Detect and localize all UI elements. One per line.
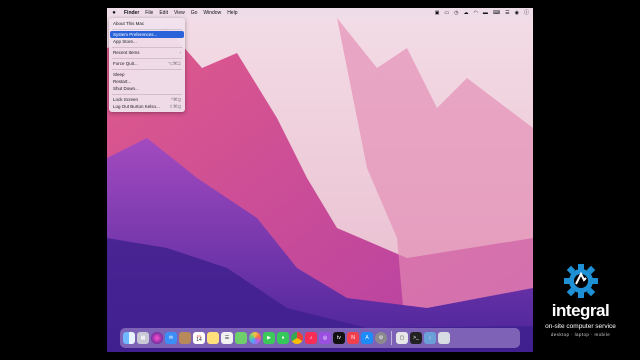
menu-item-recent-items[interactable]: Recent Items › <box>109 49 185 56</box>
facetime-icon[interactable]: ▶ <box>263 332 275 344</box>
control-center-icon[interactable]: ☰ <box>505 8 509 18</box>
menu-file[interactable]: File <box>145 10 153 16</box>
menu-item-shut-down[interactable]: Shut Down... <box>109 85 185 92</box>
menu-item-lock-screen[interactable]: Lock Screen ^⌘Q <box>109 96 185 103</box>
menu-item-restart[interactable]: Restart... <box>109 78 185 85</box>
launchpad-icon[interactable]: ▦ <box>137 332 149 344</box>
podcasts-icon[interactable]: ◎ <box>319 332 331 344</box>
mail-icon[interactable]: ✉ <box>165 332 177 344</box>
dock: ▦ ✉ JUL 14 ☰ ▶ ● ♪ ◎ tv N A ⚙ ▢ >_ ↓ <box>120 328 520 348</box>
contacts-icon[interactable] <box>179 332 191 344</box>
menu-item-system-preferences[interactable]: System Preferences... <box>110 31 184 38</box>
system-preferences-icon[interactable]: ⚙ <box>375 332 387 344</box>
maps-icon[interactable] <box>235 332 247 344</box>
menu-go[interactable]: Go <box>191 10 198 16</box>
menu-separator <box>112 93 182 95</box>
menu-separator <box>112 28 182 30</box>
siri-icon[interactable] <box>151 332 163 344</box>
menu-item-app-store[interactable]: App Store... <box>109 38 185 45</box>
menu-item-sleep[interactable]: Sleep <box>109 71 185 78</box>
menu-separator <box>112 68 182 70</box>
apple-tv-icon[interactable]: tv <box>333 332 345 344</box>
reminders-icon[interactable]: ☰ <box>221 332 233 344</box>
screen-share-icon[interactable]: ▣ <box>435 8 440 18</box>
calendar-icon[interactable]: JUL 14 <box>193 332 205 344</box>
menu-help[interactable]: Help <box>227 10 237 16</box>
menu-item-log-out[interactable]: Log Out Burton Kelso... ⇧⌘Q <box>109 103 185 110</box>
status-menus: ▣ ▭ ◷ ☁ ◠ ▬ ⌨ ☰ ◉ ⓘ <box>435 8 529 18</box>
brand-subtagline: desktop · laptop · mobile <box>550 332 611 337</box>
dock-divider <box>391 331 392 345</box>
screenshot-icon[interactable]: ▢ <box>396 332 408 344</box>
menu-view[interactable]: View <box>174 10 185 16</box>
menu-separator <box>112 46 182 48</box>
siri-icon[interactable]: ◉ <box>515 8 519 18</box>
news-icon[interactable]: N <box>347 332 359 344</box>
menu-item-force-quit[interactable]: Force Quit... ⌥⌘⎋ <box>109 60 185 67</box>
menu-bar: ● Finder File Edit View Go Window Help ▣… <box>107 8 533 18</box>
downloads-icon[interactable]: ↓ <box>424 332 436 344</box>
gear-icon <box>564 264 598 298</box>
photos-icon[interactable] <box>249 332 261 344</box>
apple-menu-icon[interactable]: ● <box>110 10 118 16</box>
chrome-icon[interactable] <box>291 332 303 344</box>
menu-edit[interactable]: Edit <box>159 10 168 16</box>
mac-desktop: ● Finder File Edit View Go Window Help ▣… <box>107 8 533 352</box>
menu-app-name[interactable]: Finder <box>124 10 139 16</box>
brand-logo: integral on-site computer service deskto… <box>538 260 623 342</box>
messages-icon[interactable]: ● <box>277 332 289 344</box>
menu-window[interactable]: Window <box>203 10 221 16</box>
brand-tagline: on-site computer service <box>545 323 616 330</box>
apple-menu-dropdown: About This Mac System Preferences... App… <box>109 18 185 112</box>
clock-icon[interactable]: ◷ <box>454 8 458 18</box>
finder-icon[interactable] <box>123 332 135 344</box>
app-store-icon[interactable]: A <box>361 332 373 344</box>
notes-icon[interactable] <box>207 332 219 344</box>
cloud-icon[interactable]: ☁ <box>464 8 469 18</box>
menu-item-about[interactable]: About This Mac <box>109 20 185 27</box>
display-icon[interactable]: ▭ <box>444 8 449 18</box>
menu-separator <box>112 57 182 59</box>
notification-icon[interactable]: ⓘ <box>524 8 529 18</box>
keyboard-icon[interactable]: ⌨ <box>493 8 500 18</box>
terminal-icon[interactable]: >_ <box>410 332 422 344</box>
music-icon[interactable]: ♪ <box>305 332 317 344</box>
brand-name: integral <box>551 301 610 320</box>
wifi-icon[interactable]: ◠ <box>474 8 478 18</box>
trash-icon[interactable] <box>438 332 450 344</box>
battery-icon[interactable]: ▬ <box>483 8 488 18</box>
